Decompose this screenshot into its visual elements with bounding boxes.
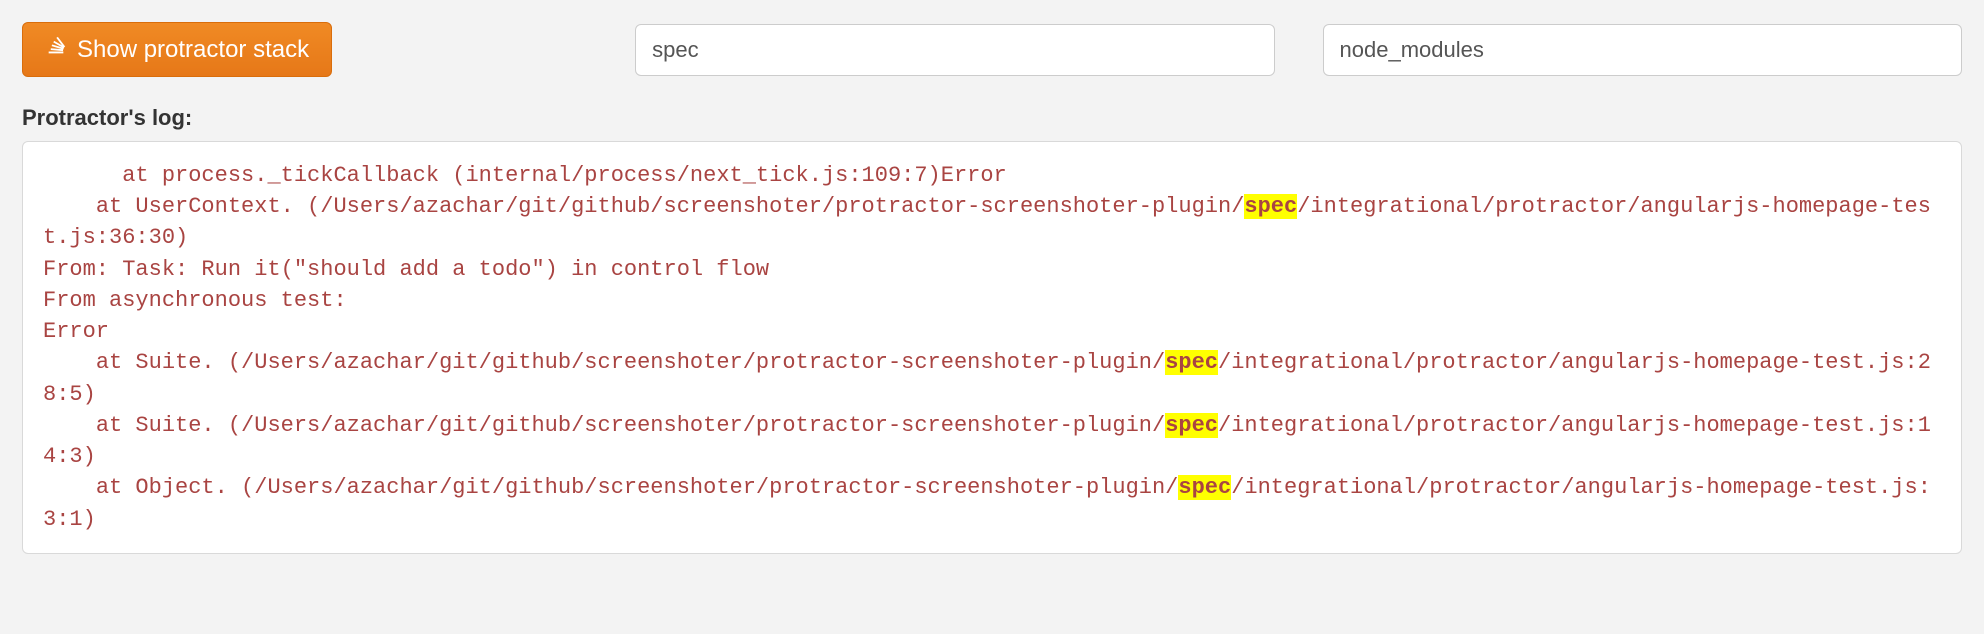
highlight-match: spec bbox=[1165, 350, 1218, 375]
highlight-match: spec bbox=[1165, 413, 1218, 438]
filter-include-input[interactable] bbox=[635, 24, 1274, 76]
toolbar-row: Show protractor stack bbox=[22, 22, 1962, 77]
filter-exclude-input[interactable] bbox=[1323, 24, 1962, 76]
highlight-match: spec bbox=[1178, 475, 1231, 500]
log-output: at process._tickCallback (internal/proce… bbox=[22, 141, 1962, 554]
highlight-match: spec bbox=[1244, 194, 1297, 219]
stack-icon bbox=[45, 35, 67, 64]
log-title: Protractor's log: bbox=[22, 105, 1962, 131]
show-stack-button-label: Show protractor stack bbox=[77, 36, 309, 64]
show-stack-button[interactable]: Show protractor stack bbox=[22, 22, 332, 77]
